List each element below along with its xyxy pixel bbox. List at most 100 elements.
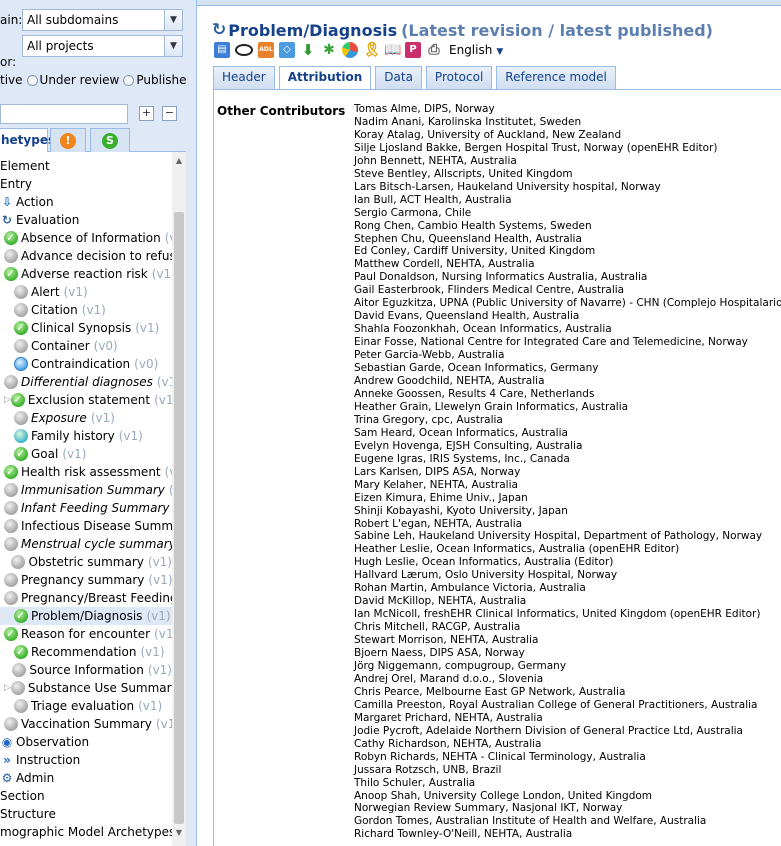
pdf-icon[interactable]: P (405, 42, 421, 58)
tree-node-archetype[interactable]: Differential diagnoses (v1) (0, 373, 181, 391)
radio-draft-label[interactable]: tive (0, 73, 23, 87)
chevron-down-icon[interactable]: ▼ (164, 10, 182, 30)
tree-node-archetype[interactable]: Health risk assessment(v1) (0, 463, 186, 481)
status-green-icon (14, 319, 28, 337)
tree-node-archetype[interactable]: Triage evaluation (v1) (0, 697, 172, 715)
pie-icon[interactable] (342, 42, 358, 58)
version-label: (v1) (147, 663, 172, 677)
tree-node-label: Reason for encounter (21, 627, 151, 641)
tree-node-archetype[interactable]: ▷Exclusion statement(v1) (0, 391, 178, 409)
radio-published[interactable] (123, 74, 135, 86)
collapse-all-icon[interactable]: − (162, 106, 177, 121)
tree-node-instruction[interactable]: » Instruction (0, 751, 80, 769)
tree-node-label: Family history (31, 429, 115, 443)
tree-node-archetype[interactable]: Pregnancy/Breast Feeding S (0, 589, 186, 607)
tree-node-archetype[interactable]: Menstrual cycle summary(v1 (0, 535, 186, 553)
tree-node-archetype[interactable]: Container (v0) (0, 337, 172, 355)
tree-node-archetype[interactable]: Contraindication (v0) (0, 355, 172, 373)
tree-node-archetype[interactable]: Immunisation Summary(v1) (0, 481, 186, 499)
status-grey-icon (14, 411, 28, 425)
tree-node-archetype[interactable]: Adverse reaction risk(v1) (0, 265, 176, 283)
tab-reference-model[interactable]: Reference model (496, 66, 616, 89)
tree-node-archetype[interactable]: Citation (v1) (0, 301, 172, 319)
expand-all-icon[interactable]: + (139, 106, 154, 121)
language-select[interactable]: English ▼ (449, 43, 503, 57)
radio-under-review-label[interactable]: Under review (40, 73, 120, 87)
tree-icon[interactable]: ✱ (321, 42, 337, 58)
mindmap-icon[interactable] (235, 44, 253, 56)
adl-icon[interactable]: ADL (258, 42, 274, 58)
radio-published-label[interactable]: Published (136, 73, 186, 87)
version-label: (v0) (134, 357, 159, 371)
contributor-item: Rong Chen, Cambio Health Systems, Sweden (354, 219, 592, 232)
tree-node-archetype[interactable]: Pregnancy summary (v1) (0, 571, 173, 589)
status-bluegreen-icon (14, 429, 28, 443)
tree-node-structure[interactable]: Structure (0, 805, 56, 823)
tab-data[interactable]: Data (375, 66, 422, 89)
version-label: (v0) (93, 339, 118, 353)
tree-node-archetype[interactable]: Vaccination Summary (v1) (0, 715, 180, 733)
project-select[interactable]: All projects ▼ (22, 35, 183, 57)
domain-select-value: All subdomains (27, 13, 119, 27)
tree-node-demographic[interactable]: mographic Model Archetypes (0, 823, 175, 841)
tree-node-label: Exclusion statement (27, 393, 151, 407)
tree-node-admin[interactable]: ⚙ Admin (0, 769, 55, 787)
domain-select[interactable]: All subdomains ▼ (22, 9, 183, 31)
tree-node-archetype[interactable]: Reason for encounter(v1) (0, 625, 178, 643)
tree-node-archetype[interactable]: Goal(v1) (0, 445, 172, 463)
download-icon[interactable]: ⬇ (300, 42, 316, 58)
tree-node-archetype[interactable]: Family history (v1) (0, 427, 172, 445)
contributor-item: Sabine Leh, Haukeland University Hospita… (354, 530, 763, 543)
tree-search-input[interactable] (0, 104, 128, 124)
tree-node-evaluation[interactable]: ↻ Evaluation (0, 211, 79, 229)
contributor-item: Heather Grain, Llewelyn Grain Informatic… (354, 400, 629, 413)
tree-node-action[interactable]: ⇩ Action (0, 193, 54, 211)
tree-node-archetype[interactable]: Infant Feeding Summary(v1) (0, 499, 186, 517)
tree-node-section[interactable]: Section (0, 787, 45, 805)
tree-scrollbar[interactable]: ▲ ▼ (172, 152, 186, 846)
tree-node-entry[interactable]: Entry (0, 175, 32, 193)
contributor-item: Norwegian Review Summary, Nasjonal IKT, … (354, 802, 623, 815)
expand-arrow-icon[interactable]: ▷ (4, 391, 11, 409)
radio-under-review[interactable] (26, 74, 38, 86)
tree-node-observation[interactable]: ◉ Observation (0, 733, 89, 751)
tree-node-element[interactable]: Element (0, 157, 50, 175)
tree-node-archetype[interactable]: Advance decision to refuse tr (0, 247, 186, 265)
contributor-item: Robyn Richards, NEHTA - Clinical Termino… (354, 750, 646, 763)
tree-node-archetype[interactable]: Problem/Diagnosis(v1) (0, 607, 172, 625)
contributor-item: Jörg Niggemann, compugroup, Germany (354, 659, 567, 672)
scroll-up-icon[interactable]: ▲ (174, 156, 184, 165)
tree-node-archetype[interactable]: Absence of Information(v1) (0, 229, 186, 247)
save-icon[interactable]: ▤ (214, 42, 230, 58)
tree-node-archetype[interactable]: Recommendation(v1) (0, 643, 172, 661)
tab-search[interactable]: S (90, 128, 130, 152)
expand-arrow-icon[interactable]: ▷ (4, 679, 11, 697)
contributor-item: David McKillop, NEHTA, Australia (354, 595, 527, 608)
tree-node-label: Citation (31, 303, 78, 317)
chevron-down-icon[interactable]: ▼ (164, 36, 182, 56)
print-icon[interactable]: ⎙ (426, 42, 442, 58)
tab-alerts[interactable]: ! (50, 128, 86, 152)
scroll-down-icon[interactable]: ▼ (174, 828, 184, 837)
tab-attribution[interactable]: Attribution (278, 66, 372, 89)
tree-node-archetype[interactable]: Infectious Disease Summary (0, 517, 186, 535)
tree-node-archetype[interactable]: Clinical Synopsis(v1) (0, 319, 172, 337)
tab-archetypes[interactable]: hetypes (0, 128, 55, 152)
tab-header[interactable]: Header (213, 66, 275, 89)
project-select-value: All projects (27, 39, 94, 53)
tree-node-archetype[interactable]: Exposure (v1) (0, 409, 172, 427)
tree-node-archetype[interactable]: Source Information (v1) (0, 661, 172, 679)
contributor-item: Cathy Richardson, NEHTA, Australia (354, 737, 542, 750)
tree-node-archetype[interactable]: Obstetric summary (v1) (0, 553, 172, 571)
tab-protocol[interactable]: Protocol (425, 66, 493, 89)
award-icon[interactable]: 🎗 (363, 42, 381, 58)
book-icon[interactable]: 📖 (384, 42, 401, 58)
scroll-thumb[interactable] (174, 212, 184, 824)
language-value: English (449, 43, 493, 57)
status-green-icon (14, 643, 28, 661)
tree-node-archetype[interactable]: Alert (v1) (0, 283, 172, 301)
archetype-browser-panel: ain: All subdomains ▼ All projects ▼ or:… (0, 0, 186, 846)
status-grey-icon (4, 483, 18, 497)
tree-node-archetype[interactable]: ▷Substance Use Summary(v1 (0, 679, 186, 697)
xml-icon[interactable]: ◇ (279, 42, 295, 58)
